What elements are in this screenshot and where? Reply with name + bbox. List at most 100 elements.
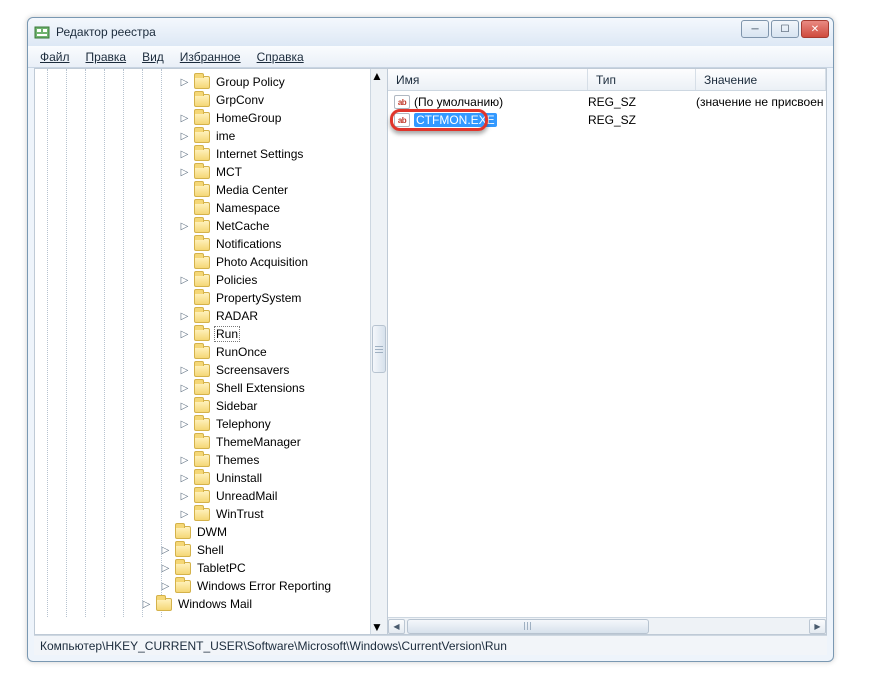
status-path: Компьютер\HKEY_CURRENT_USER\Software\Mic… (40, 639, 507, 653)
scroll-thumb[interactable] (407, 619, 649, 634)
tree-item[interactable]: ThemeManager (35, 433, 387, 451)
window-title: Редактор реестра (56, 25, 156, 39)
expand-icon[interactable]: ▷ (179, 455, 190, 466)
folder-icon (194, 382, 210, 395)
tree-item[interactable]: DWM (35, 523, 387, 541)
tree-item[interactable]: ▷Themes (35, 451, 387, 469)
tree-item[interactable]: ▷MCT (35, 163, 387, 181)
tree-item[interactable]: ▷Windows Mail (35, 595, 387, 613)
menu-view[interactable]: Вид (134, 48, 172, 66)
tree-item[interactable]: ▷ Sidebar (35, 397, 387, 415)
folder-icon (194, 256, 210, 269)
tree-item[interactable]: ▷RADAR (35, 307, 387, 325)
tree-item[interactable]: ▷Group Policy (35, 73, 387, 91)
tree-item[interactable]: RunOnce (35, 343, 387, 361)
scroll-left-button[interactable]: ◀ (388, 619, 405, 634)
close-button[interactable]: ✕ (801, 20, 829, 38)
no-expand-icon (179, 239, 190, 250)
tree-item-label: Shell (195, 543, 226, 557)
menu-favorites[interactable]: Избранное (172, 48, 249, 66)
scroll-up-button[interactable]: ▲ (371, 69, 387, 83)
expand-icon[interactable]: ▷ (179, 311, 190, 322)
window-frame: Редактор реестра ─ ☐ ✕ Файл Правка Вид И… (27, 17, 834, 662)
title-buttons: ─ ☐ ✕ (739, 20, 829, 38)
tree-item[interactable]: ▷ Telephony (35, 415, 387, 433)
folder-icon (194, 400, 210, 413)
tree-item[interactable]: ▷Screensavers (35, 361, 387, 379)
menu-edit[interactable]: Правка (78, 48, 135, 66)
expand-icon[interactable]: ▷ (179, 113, 190, 124)
expand-icon[interactable]: ▷ (179, 329, 190, 340)
list-pane: Имя Тип Значение ab(По умолчанию)REG_SZ(… (388, 69, 826, 634)
tree-item-label: Windows Error Reporting (195, 579, 333, 593)
tree-item-label: Telephony (214, 417, 273, 431)
value-type: REG_SZ (588, 95, 696, 109)
value-list[interactable]: ab(По умолчанию)REG_SZ(значение не присв… (388, 91, 826, 617)
tree-item[interactable]: ▷Windows Error Reporting (35, 577, 387, 595)
tree-item-label: RunOnce (214, 345, 269, 359)
folder-icon (194, 472, 210, 485)
expand-icon[interactable]: ▷ (179, 383, 190, 394)
tree-item-label: Sidebar (214, 399, 259, 413)
tree-item[interactable]: ▷WinTrust (35, 505, 387, 523)
tree-item-label: UnreadMail (214, 489, 279, 503)
list-horizontal-scrollbar[interactable]: ◀ ▶ (388, 617, 826, 634)
scroll-right-button[interactable]: ▶ (809, 619, 826, 634)
tree-item[interactable]: ▷Internet Settings (35, 145, 387, 163)
expand-icon[interactable]: ▷ (179, 221, 190, 232)
folder-icon (175, 562, 191, 575)
tree-item[interactable]: ▷TabletPC (35, 559, 387, 577)
expand-icon[interactable]: ▷ (179, 401, 190, 412)
expand-icon[interactable]: ▷ (179, 365, 190, 376)
expand-icon[interactable]: ▷ (179, 491, 190, 502)
tree-item[interactable]: PropertySystem (35, 289, 387, 307)
maximize-button[interactable]: ☐ (771, 20, 799, 38)
tree-item[interactable]: ▷Run (35, 325, 387, 343)
menu-help[interactable]: Справка (249, 48, 312, 66)
tree-item[interactable]: ▷Shell Extensions (35, 379, 387, 397)
tree-item[interactable]: Photo Acquisition (35, 253, 387, 271)
scroll-down-button[interactable]: ▼ (371, 620, 387, 634)
folder-icon (194, 490, 210, 503)
tree-item-label: Photo Acquisition (214, 255, 310, 269)
column-type[interactable]: Тип (588, 69, 696, 90)
tree-item-label: Media Center (214, 183, 290, 197)
expand-icon[interactable]: ▷ (179, 77, 190, 88)
column-name[interactable]: Имя (388, 69, 588, 90)
column-value[interactable]: Значение (696, 69, 826, 90)
tree-item[interactable]: Notifications (35, 235, 387, 253)
titlebar[interactable]: Редактор реестра ─ ☐ ✕ (28, 18, 833, 46)
folder-icon (194, 436, 210, 449)
menu-file[interactable]: Файл (32, 48, 78, 66)
expand-icon[interactable]: ▷ (179, 473, 190, 484)
minimize-button[interactable]: ─ (741, 20, 769, 38)
folder-icon (194, 310, 210, 323)
expand-icon[interactable]: ▷ (179, 419, 190, 430)
tree-item[interactable]: Namespace (35, 199, 387, 217)
tree-vertical-scrollbar[interactable]: ▲ ▼ (370, 69, 387, 634)
tree-item[interactable]: Media Center (35, 181, 387, 199)
tree-item[interactable]: GrpConv (35, 91, 387, 109)
scroll-thumb[interactable] (372, 325, 386, 373)
folder-icon (194, 292, 210, 305)
expand-icon[interactable]: ▷ (179, 275, 190, 286)
expand-icon[interactable]: ▷ (179, 131, 190, 142)
value-row[interactable]: ab(По умолчанию)REG_SZ(значение не присв… (388, 93, 826, 111)
expand-icon[interactable]: ▷ (179, 167, 190, 178)
tree-item-label: TabletPC (195, 561, 248, 575)
tree-item[interactable]: ▷Shell (35, 541, 387, 559)
tree-item[interactable]: ▷Uninstall (35, 469, 387, 487)
registry-tree[interactable]: ▷Group PolicyGrpConv▷HomeGroup▷ime▷Inter… (35, 69, 387, 617)
expand-icon[interactable]: ▷ (179, 149, 190, 160)
no-expand-icon (179, 185, 190, 196)
tree-item[interactable]: ▷HomeGroup (35, 109, 387, 127)
folder-icon (194, 76, 210, 89)
tree-item[interactable]: ▷NetCache (35, 217, 387, 235)
menubar: Файл Правка Вид Избранное Справка (28, 46, 833, 68)
tree-item[interactable]: ▷ UnreadMail (35, 487, 387, 505)
tree-item[interactable]: ▷Policies (35, 271, 387, 289)
tree-item[interactable]: ▷ime (35, 127, 387, 145)
value-row[interactable]: abCTFMON.EXEREG_SZ (388, 111, 826, 129)
expand-icon[interactable]: ▷ (179, 509, 190, 520)
column-headers: Имя Тип Значение (388, 69, 826, 91)
